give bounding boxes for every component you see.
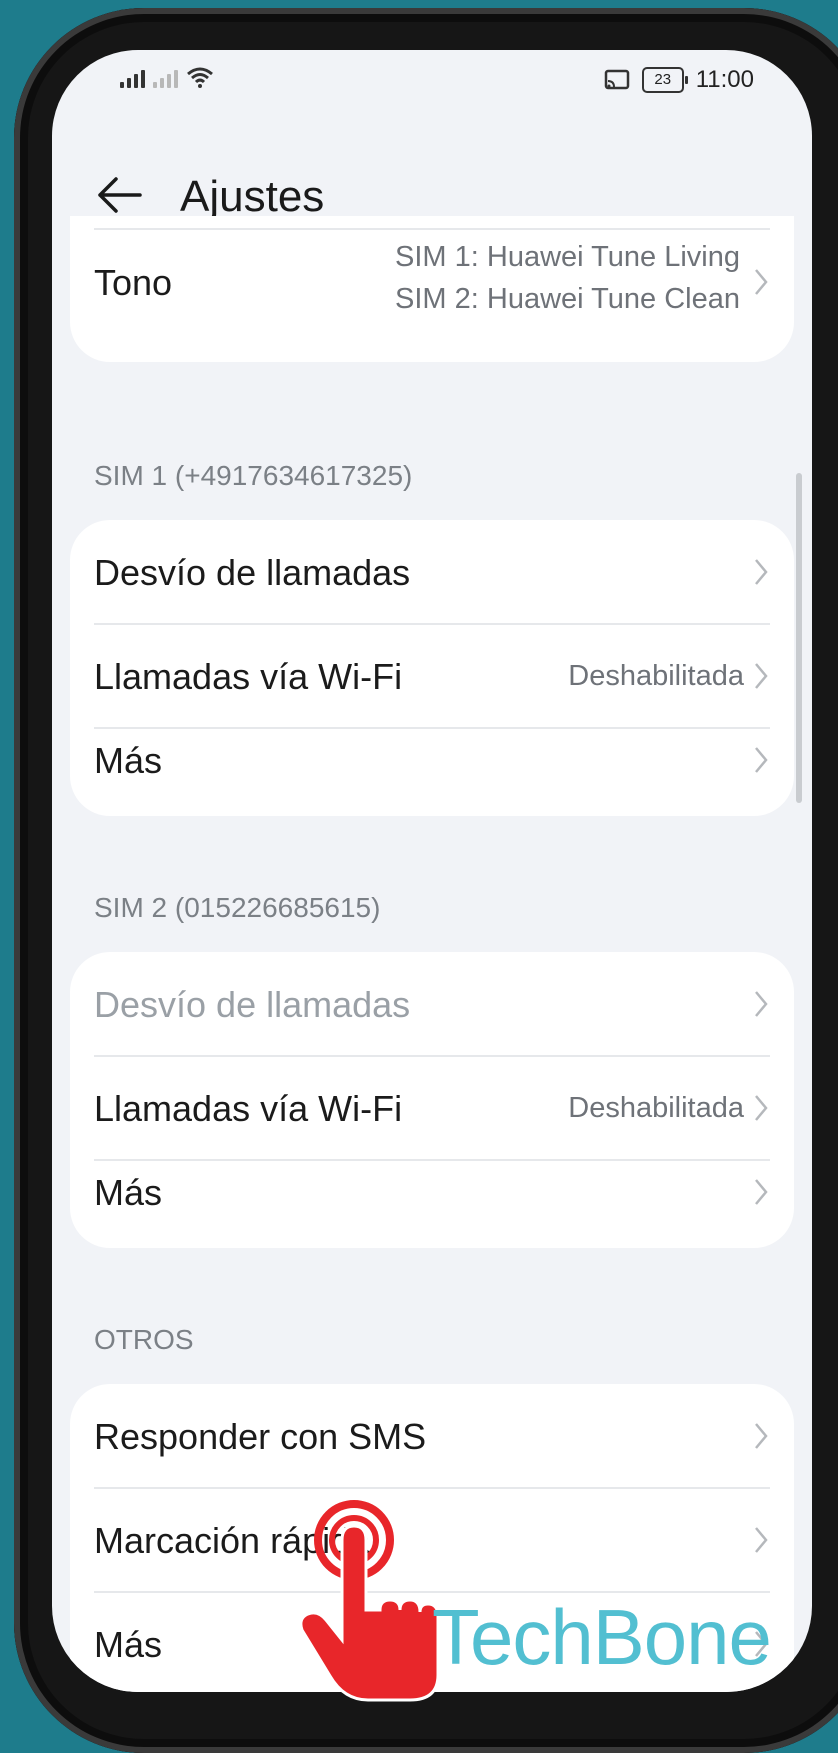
row-value: Deshabilitada — [568, 660, 744, 692]
sim1-call-forwarding[interactable]: Desvío de llamadas — [94, 520, 770, 624]
row-label: Llamadas vía Wi-Fi — [94, 656, 403, 697]
others-section-title: OTROS — [94, 1324, 194, 1355]
battery-icon: 23 — [641, 67, 688, 93]
row-value: Deshabilitada — [568, 1092, 744, 1124]
watermark: TechBone — [432, 1593, 772, 1681]
row-label: Más — [94, 1172, 163, 1213]
chevron-right-icon — [755, 747, 768, 773]
wifi-icon — [187, 67, 213, 88]
signal-sim1-icon — [120, 66, 145, 88]
sim1-section-title: SIM 1 (+4917634617325) — [94, 460, 413, 491]
chevron-right-icon — [755, 269, 768, 295]
chevron-right-icon — [755, 1095, 768, 1121]
reply-with-sms[interactable]: Responder con SMS — [94, 1384, 770, 1488]
chevron-right-icon — [755, 1527, 768, 1553]
sim2-section-title: SIM 2 (015226685615) — [94, 892, 381, 923]
chevron-right-icon — [755, 991, 768, 1017]
tone-row[interactable]: Tono SIM 1: Huawei Tune Living SIM 2: Hu… — [94, 230, 770, 334]
page-title: Ajustes — [180, 172, 325, 221]
chevron-right-icon — [755, 559, 768, 585]
row-label: Más — [94, 740, 163, 781]
scrollbar[interactable] — [796, 473, 802, 803]
tap-hand-icon — [299, 1500, 440, 1702]
cast-icon — [604, 69, 629, 90]
back-arrow-icon[interactable] — [96, 172, 142, 218]
tone-card: Tono SIM 1: Huawei Tune Living SIM 2: Hu… — [70, 216, 794, 362]
row-label: Desvío de llamadas — [94, 552, 411, 593]
screen: 23 11:00 Ajustes Tono SIM 1: Huawei Tune… — [52, 50, 812, 1692]
status-bar: 23 11:00 — [52, 50, 812, 110]
row-label: Responder con SMS — [94, 1416, 427, 1457]
tone-label: Tono — [94, 262, 173, 303]
clock: 11:00 — [695, 66, 754, 93]
sim2-card: Desvío de llamadas Llamadas vía Wi-Fi De… — [70, 952, 794, 1248]
tone-sim2-value: SIM 2: Huawei Tune Clean — [395, 283, 740, 315]
row-label: Desvío de llamadas — [94, 984, 411, 1025]
sim1-more[interactable]: Más — [94, 708, 770, 812]
sim2-call-forwarding[interactable]: Desvío de llamadas — [94, 952, 770, 1056]
sim2-more[interactable]: Más — [94, 1140, 770, 1244]
sim1-card: Desvío de llamadas Llamadas vía Wi-Fi De… — [70, 520, 794, 816]
chevron-right-icon — [755, 1423, 768, 1449]
row-label: Más — [94, 1624, 163, 1665]
signal-sim2-icon — [153, 66, 178, 88]
chevron-right-icon — [755, 1179, 768, 1205]
tone-sim1-value: SIM 1: Huawei Tune Living — [395, 241, 740, 273]
chevron-right-icon — [755, 663, 768, 689]
row-label: Llamadas vía Wi-Fi — [94, 1088, 403, 1129]
